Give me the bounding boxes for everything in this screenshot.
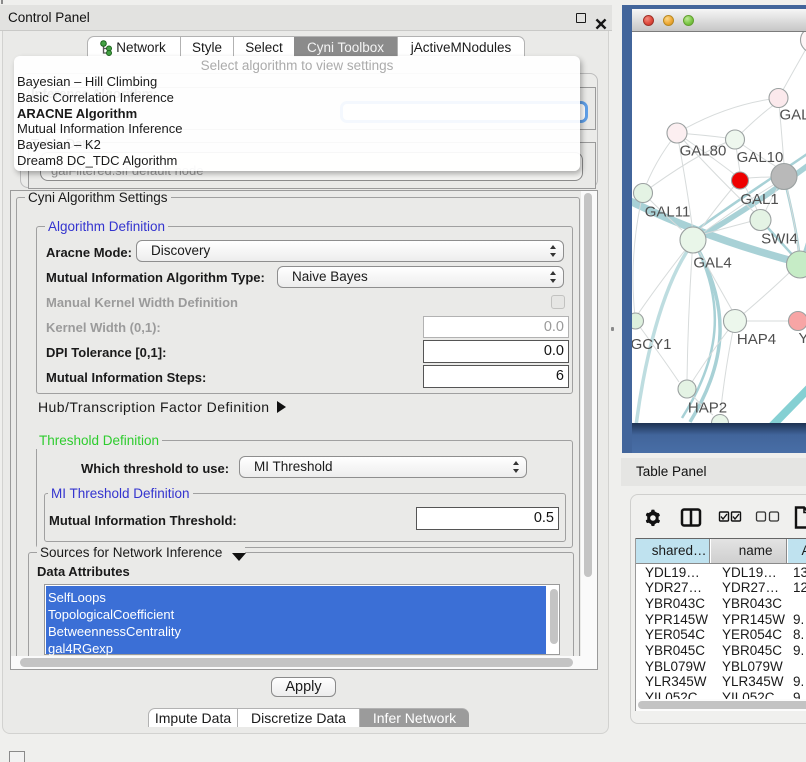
svg-text:GAL11: GAL11 xyxy=(645,204,691,221)
svg-text:HAP2: HAP2 xyxy=(688,400,727,417)
svg-text:Y: Y xyxy=(799,330,806,347)
svg-text:GAL1: GAL1 xyxy=(740,191,778,208)
svg-text:GAL7: GAL7 xyxy=(780,107,806,124)
svg-text:HAP4: HAP4 xyxy=(737,331,776,348)
svg-text:SWI4: SWI4 xyxy=(761,231,798,248)
svg-text:GAL4: GAL4 xyxy=(693,255,731,272)
svg-text:GCY1: GCY1 xyxy=(632,336,671,353)
svg-text:GAL10: GAL10 xyxy=(737,149,784,166)
svg-text:GAL80: GAL80 xyxy=(680,143,727,160)
